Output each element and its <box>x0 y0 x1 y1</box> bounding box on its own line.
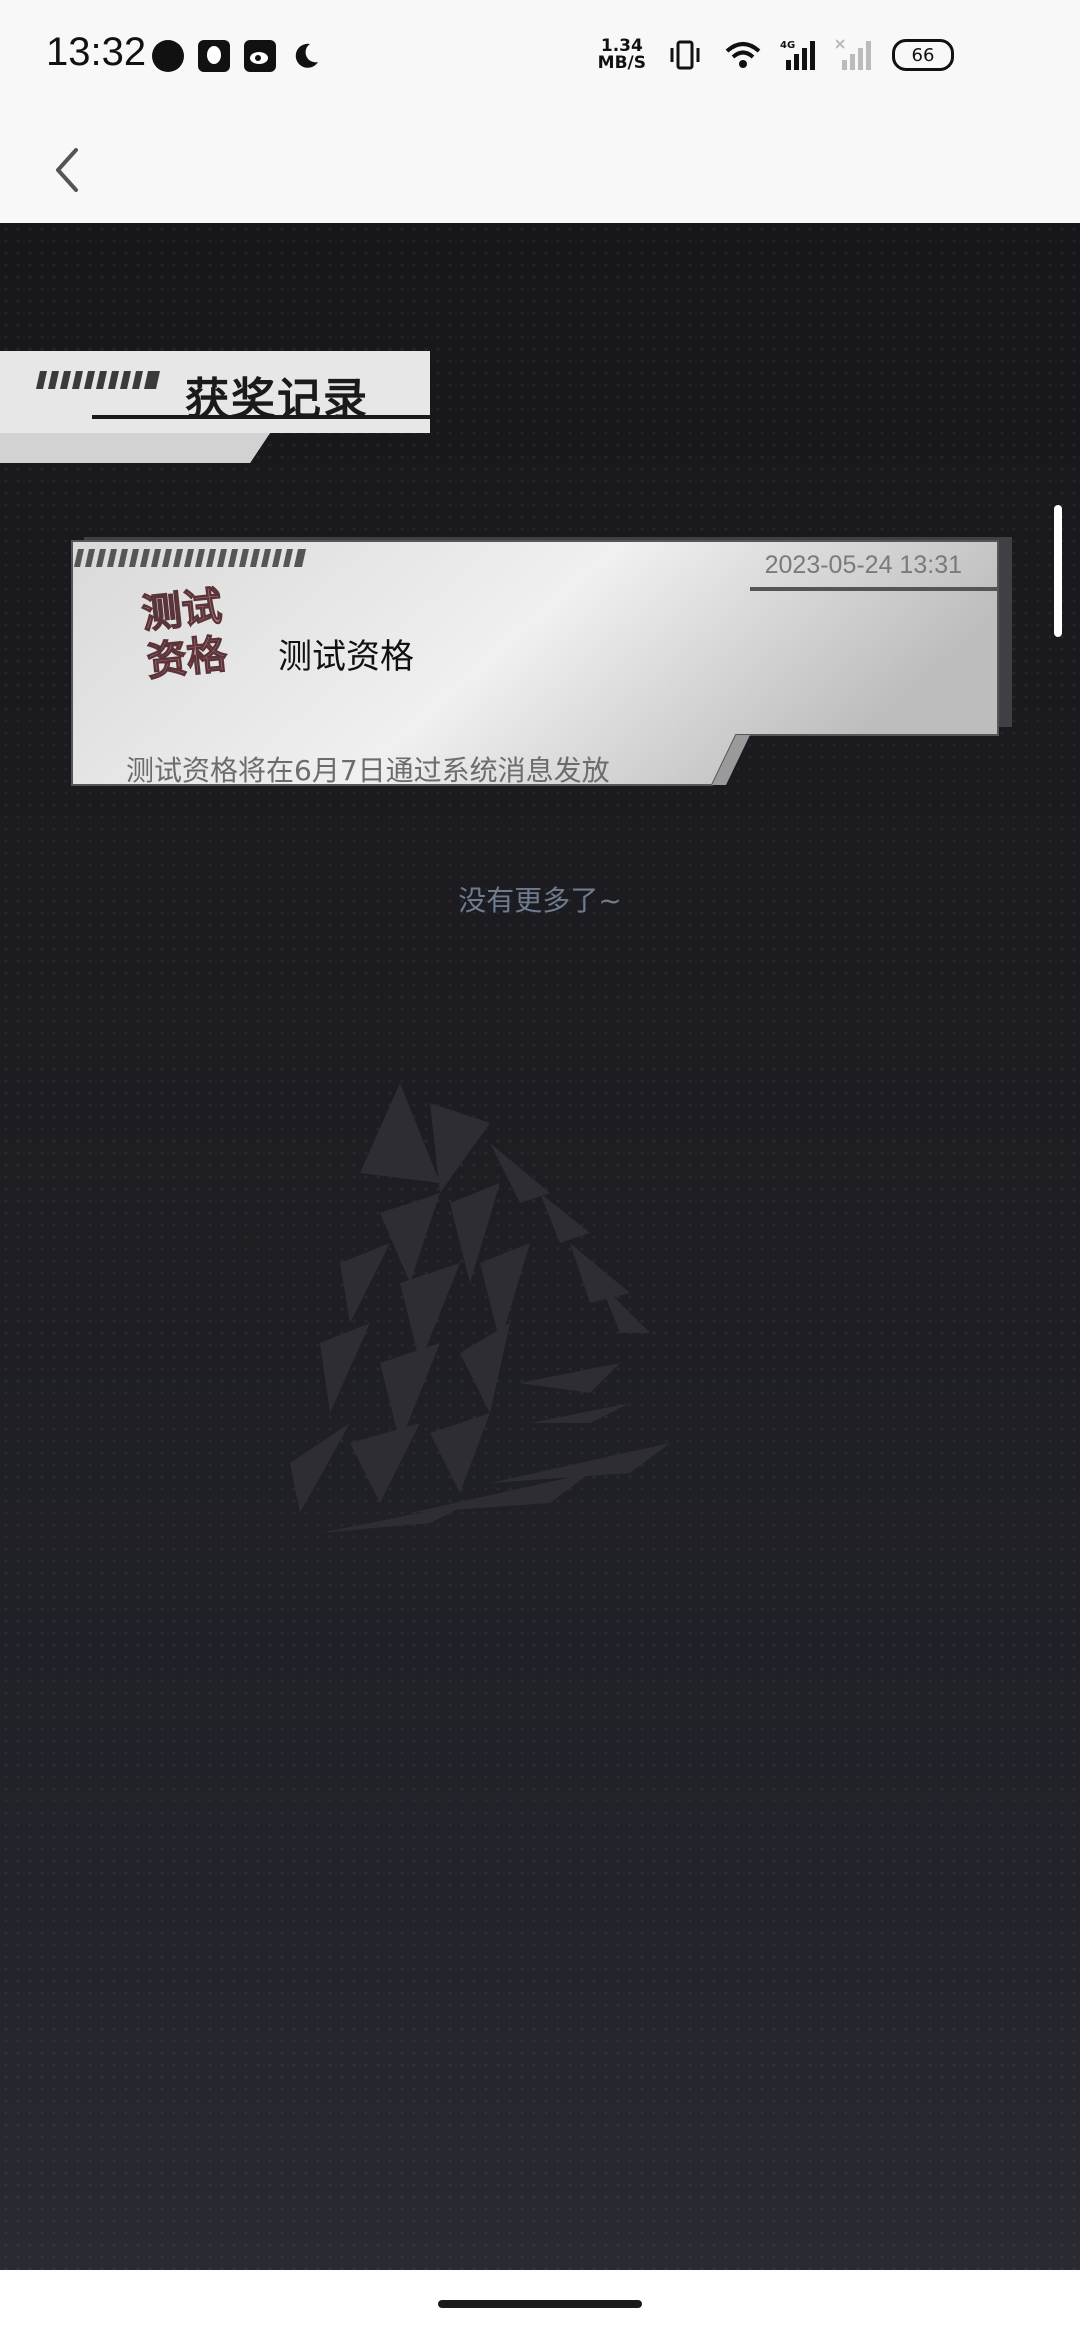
badge-line-1: 测试 <box>140 584 224 638</box>
record-description: 测试资格将在6月7日通过系统消息发放 <box>126 754 610 787</box>
qq-icon <box>198 40 230 72</box>
battery-icon: 66 <box>892 39 954 71</box>
network-type: 4G <box>780 40 795 51</box>
section-header: 获奖记录 <box>0 351 430 467</box>
wifi-icon <box>724 38 761 72</box>
signal-icon: 4G <box>780 38 815 72</box>
battery-level: 66 <box>911 44 935 66</box>
weibo-icon <box>244 40 276 72</box>
status-notification-icons <box>152 40 322 72</box>
moon-icon <box>290 40 322 72</box>
scrollbar-thumb[interactable] <box>1054 505 1062 637</box>
award-badge-icon: 测试 资格 <box>139 581 240 686</box>
message-icon <box>152 40 184 72</box>
badge-line-2: 资格 <box>145 631 230 681</box>
status-time: 13:32 <box>46 30 147 74</box>
gesture-bar-area <box>0 2270 1080 2340</box>
status-system-icons: 1.34 MB/S 4G 66 <box>598 38 954 72</box>
net-speed-unit: MB/S <box>597 53 646 73</box>
record-title: 测试资格 <box>278 637 414 677</box>
net-speed: 1.34 MB/S <box>598 38 646 72</box>
chevron-left-icon <box>56 148 78 192</box>
vibrate-icon <box>668 38 702 72</box>
nav-bar <box>0 120 1080 223</box>
background-logo-icon <box>290 1083 670 1533</box>
award-records-content[interactable]: 获奖记录 2023-05-24 13:31 测试 资格 测试资格 测试资格将在6… <box>0 223 1080 2270</box>
award-record-card[interactable]: 2023-05-24 13:31 测试 资格 测试资格 测试资格将在6月7日通过… <box>70 537 1020 807</box>
signal-secondary-icon <box>835 38 871 72</box>
status-bar: 13:32 1.34 MB/S 4G 66 <box>0 0 1080 120</box>
home-indicator[interactable] <box>438 2300 642 2308</box>
section-title: 获奖记录 <box>185 374 369 425</box>
back-button[interactable] <box>40 142 96 198</box>
end-of-list-text: 没有更多了~ <box>458 884 622 917</box>
record-date: 2023-05-24 13:31 <box>764 551 962 579</box>
